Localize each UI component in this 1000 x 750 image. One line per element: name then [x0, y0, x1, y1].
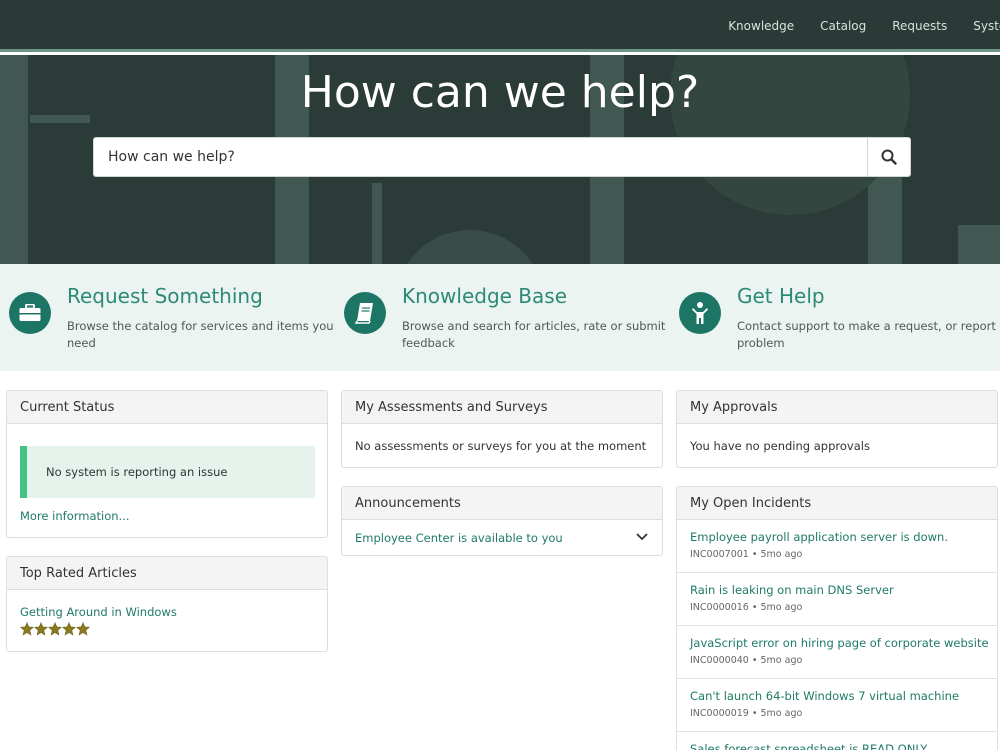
search-input[interactable]	[94, 138, 868, 176]
panel-title: My Approvals	[677, 391, 997, 424]
approvals-panel: My Approvals You have no pending approva…	[676, 390, 998, 468]
article-link[interactable]: Getting Around in Windows	[20, 605, 314, 619]
star-icon	[76, 622, 90, 636]
star-icon	[48, 622, 62, 636]
nav-requests[interactable]: Requests	[892, 19, 947, 33]
nav-system[interactable]: System	[973, 19, 1000, 33]
quick-link-desc: Browse the catalog for services and item…	[67, 319, 334, 350]
incident-row[interactable]: Can't launch 64-bit Windows 7 virtual ma…	[677, 679, 997, 732]
hero-title: How can we help?	[300, 67, 700, 118]
nav-catalog[interactable]: Catalog	[820, 19, 866, 33]
status-message: No system is reporting an issue	[20, 446, 315, 498]
star-icon	[62, 622, 76, 636]
announcements-panel: Announcements Employee Center is availab…	[341, 486, 663, 556]
quick-links-band: Request Something Browse the catalog for…	[0, 264, 1000, 371]
incident-link[interactable]: JavaScript error on hiring page of corpo…	[690, 636, 989, 650]
star-icon	[20, 622, 34, 636]
briefcase-icon	[9, 292, 51, 334]
book-icon	[344, 292, 386, 334]
nav-menu: Knowledge Catalog Requests System	[702, 0, 1000, 49]
star-icon	[34, 622, 48, 636]
open-incidents-panel: My Open Incidents Employee payroll appli…	[676, 486, 998, 750]
incident-row[interactable]: Sales forecast spreadsheet is READ ONLY	[677, 732, 997, 750]
chevron-down-icon[interactable]	[636, 533, 648, 541]
quick-link-desc: Browse and search for articles, rate or …	[402, 319, 666, 350]
assessments-panel: My Assessments and Surveys No assessment…	[341, 390, 663, 468]
quick-link-title[interactable]: Knowledge Base	[402, 284, 567, 308]
incident-row[interactable]: JavaScript error on hiring page of corpo…	[677, 626, 997, 679]
panel-title: Announcements	[342, 487, 662, 520]
incident-meta: INC0007001 • 5mo ago	[690, 549, 803, 560]
panel-title: Current Status	[7, 391, 327, 424]
quick-link-desc: Contact support to make a request, or re…	[737, 319, 1000, 350]
search-icon	[881, 149, 897, 165]
incident-row[interactable]: Employee payroll application server is d…	[677, 520, 997, 573]
panel-title: My Assessments and Surveys	[342, 391, 662, 424]
more-information-link[interactable]: More information...	[20, 509, 130, 523]
incident-meta: INC0000019 • 5mo ago	[690, 708, 803, 719]
approvals-message: You have no pending approvals	[690, 439, 870, 453]
incident-meta: INC0000040 • 5mo ago	[690, 655, 803, 666]
incident-link[interactable]: Rain is leaking on main DNS Server	[690, 583, 984, 597]
current-status-panel: Current Status No system is reporting an…	[6, 390, 328, 538]
nav-knowledge[interactable]: Knowledge	[728, 19, 794, 33]
rating-stars	[20, 622, 314, 636]
search-button[interactable]	[867, 138, 910, 176]
incident-row[interactable]: Rain is leaking on main DNS Server INC00…	[677, 573, 997, 626]
top-rated-articles-panel: Top Rated Articles Getting Around in Win…	[6, 556, 328, 652]
quick-link-title[interactable]: Get Help	[737, 284, 825, 308]
incident-link[interactable]: Sales forecast spreadsheet is READ ONLY	[690, 742, 984, 750]
person-help-icon	[679, 292, 721, 334]
assessments-message: No assessments or surveys for you at the…	[355, 439, 647, 453]
incident-meta: INC0000016 • 5mo ago	[690, 602, 803, 613]
incident-link[interactable]: Can't launch 64-bit Windows 7 virtual ma…	[690, 689, 984, 703]
announcement-link[interactable]: Employee Center is available to you	[355, 531, 563, 545]
top-nav-bar: Knowledge Catalog Requests System	[0, 0, 1000, 52]
panel-title: Top Rated Articles	[7, 557, 327, 590]
incident-link[interactable]: Employee payroll application server is d…	[690, 530, 984, 544]
panel-title: My Open Incidents	[677, 487, 997, 520]
quick-link-title[interactable]: Request Something	[67, 284, 263, 308]
search-box	[93, 137, 911, 177]
hero-banner: How can we help?	[0, 55, 1000, 264]
announcement-item[interactable]: Employee Center is available to you	[342, 520, 662, 555]
